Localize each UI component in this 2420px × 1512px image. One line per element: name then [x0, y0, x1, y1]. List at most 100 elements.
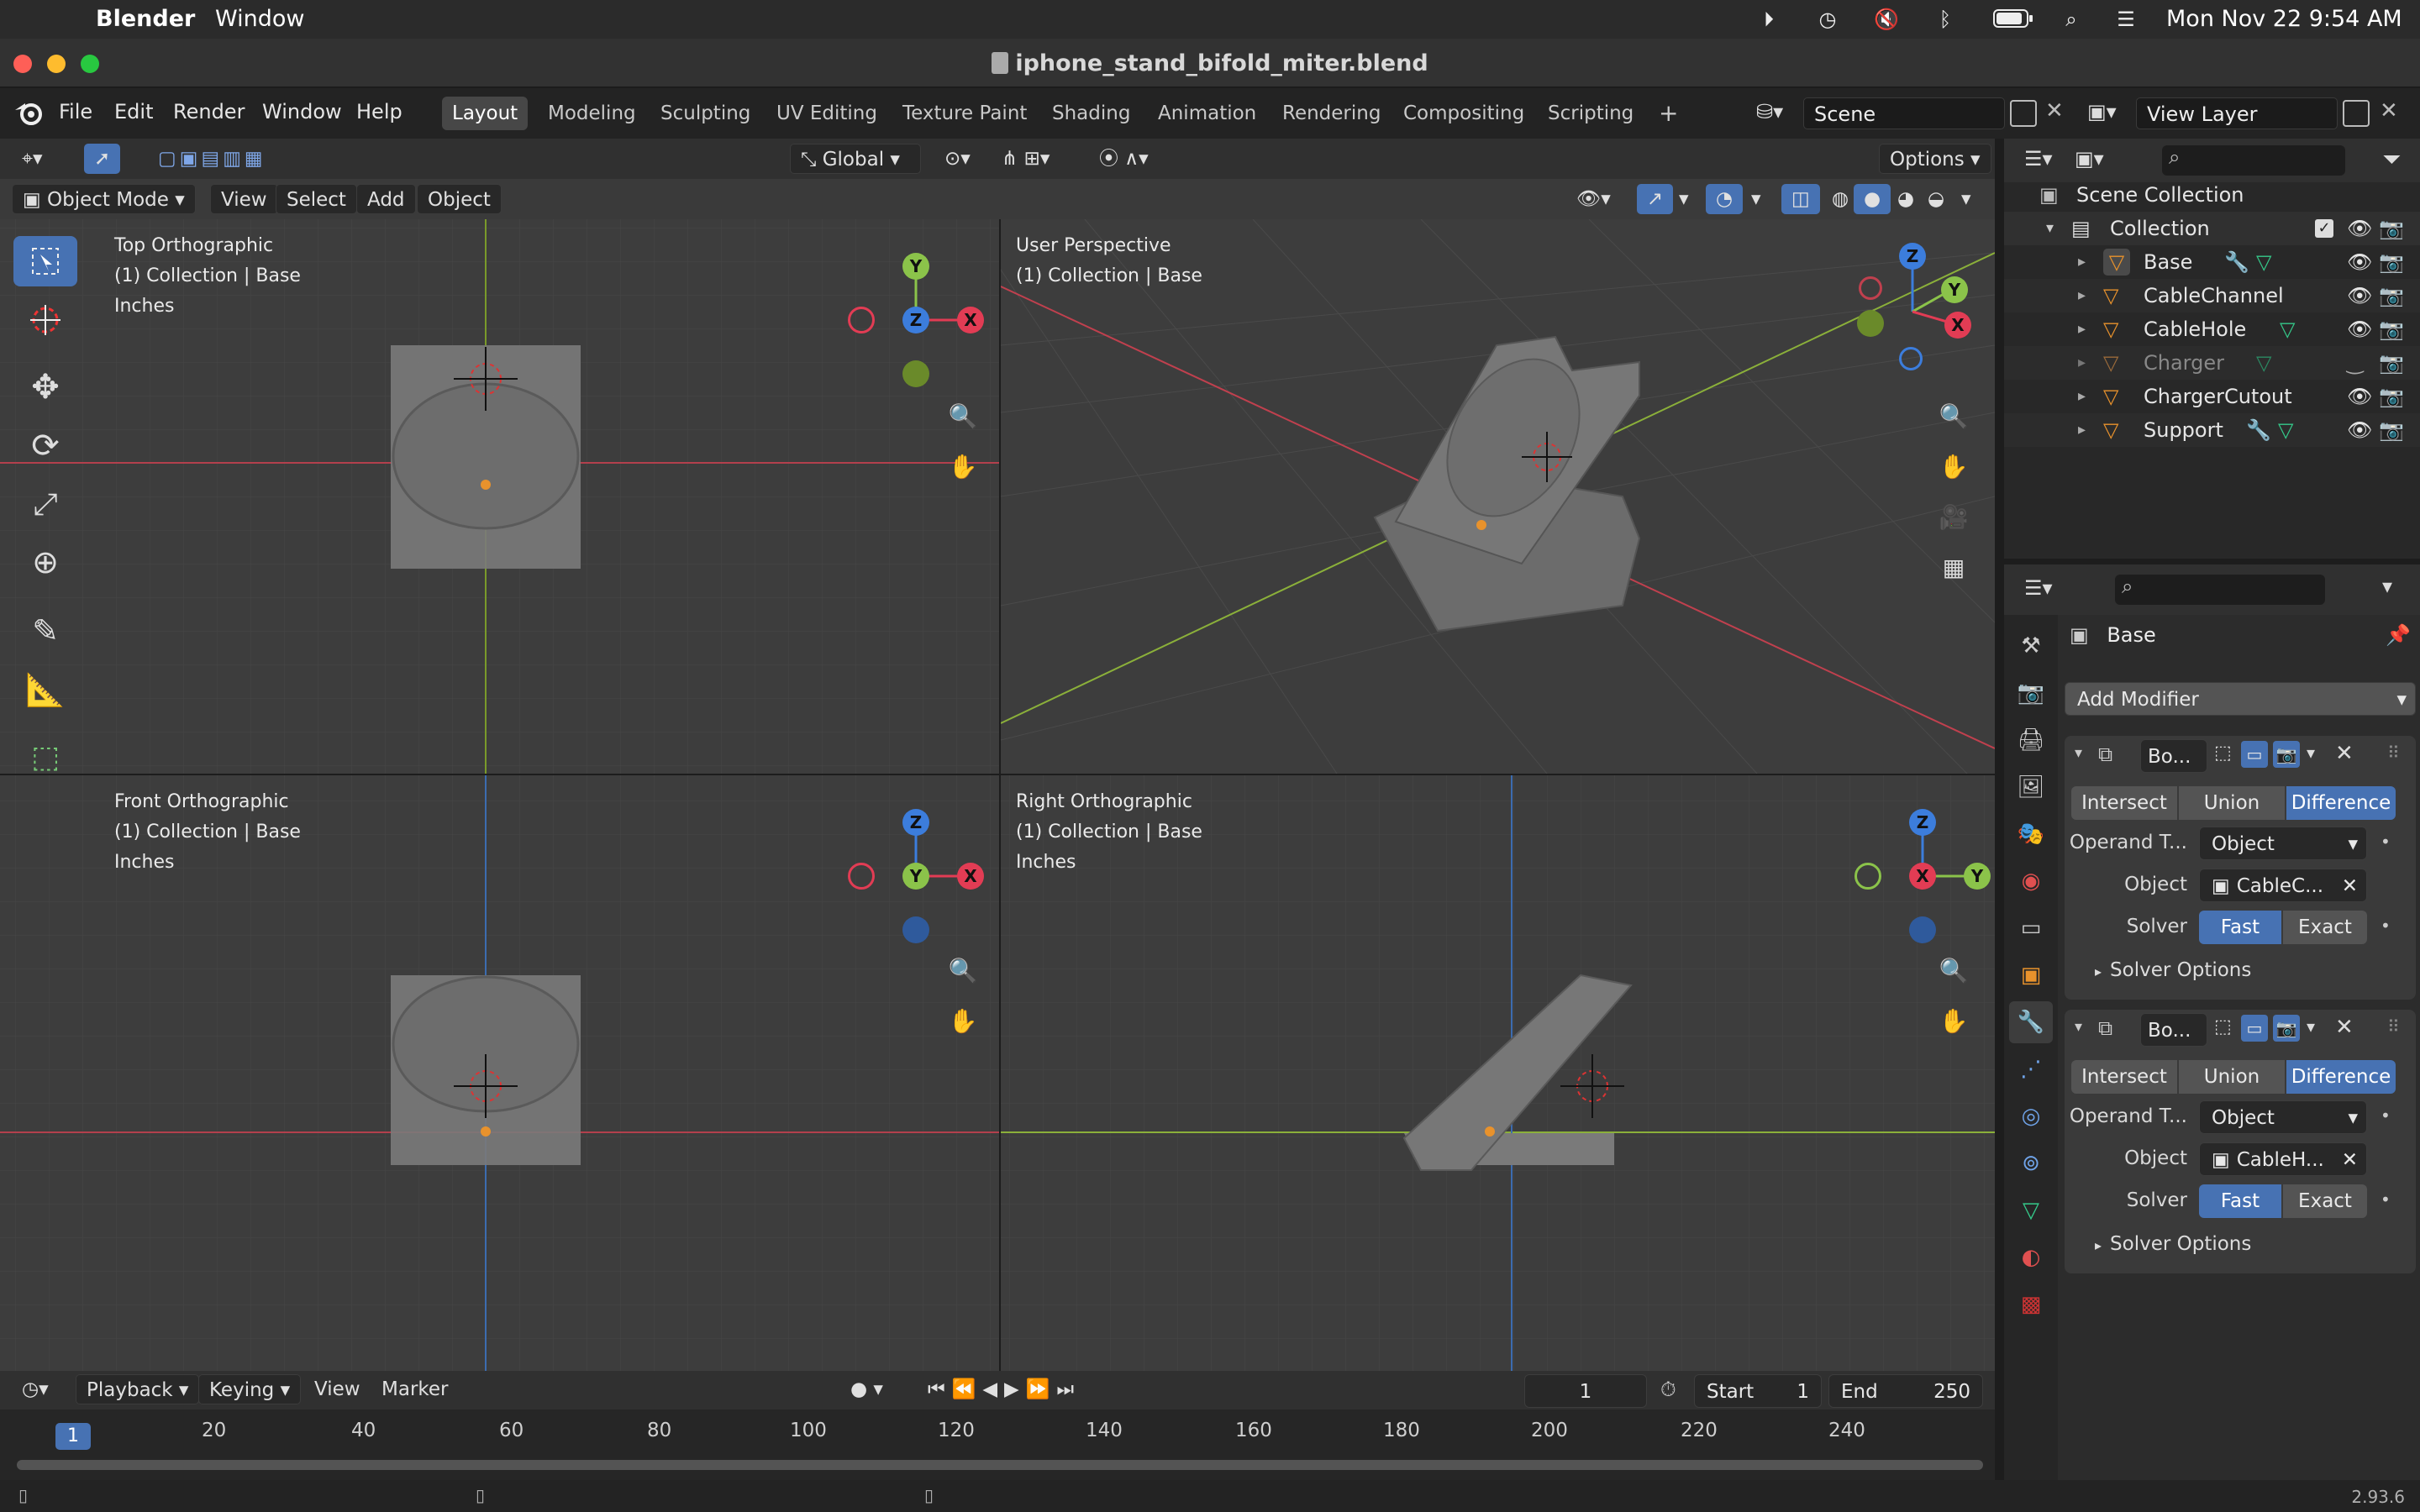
object-field[interactable]: ▣ CableH... ✕: [2199, 1142, 2367, 1176]
navigation-gizmo-front[interactable]: Z X Y: [844, 792, 984, 943]
keyframe-dot-icon[interactable]: •: [2381, 1105, 2391, 1126]
remove-modifier-icon[interactable]: ✕: [2335, 741, 2354, 766]
modifier-wrench-icon[interactable]: 🔧: [2246, 413, 2271, 447]
outliner-object-base[interactable]: ▸ ▽ Base 🔧 ▽ 👁 📷: [2004, 245, 2420, 279]
mesh-data-icon[interactable]: ▽: [2280, 312, 2295, 346]
expand-arrow-icon[interactable]: ▸: [2078, 245, 2086, 279]
gizmo-toggle-icon[interactable]: ↗: [1637, 184, 1674, 214]
modifier-name-field[interactable]: Bo...: [2140, 739, 2207, 773]
timeline-scrollbar[interactable]: [17, 1460, 1983, 1470]
pin-icon[interactable]: 📌: [2386, 623, 2411, 647]
outliner-object-cablehole[interactable]: ▸ ▽ CableHole ▽ 👁 📷: [2004, 312, 2420, 346]
z-axis-handle[interactable]: Z: [1909, 809, 1936, 836]
filter-icon[interactable]: ⏷: [2382, 145, 2401, 174]
tab-layout[interactable]: Layout: [442, 97, 529, 130]
union-button[interactable]: Union: [2179, 1060, 2285, 1094]
overlay-toggle-icon[interactable]: ◔: [1706, 184, 1744, 214]
navigation-gizmo-right[interactable]: Z Y X: [1851, 792, 1991, 943]
measure-tool[interactable]: 📐: [13, 664, 77, 715]
new-view-layer-icon[interactable]: [2343, 100, 2370, 127]
properties-options-icon[interactable]: ▾: [2382, 575, 2392, 598]
neg-y-axis-handle[interactable]: [1854, 863, 1881, 890]
render-camera-icon[interactable]: 📷: [2379, 212, 2404, 245]
render-toggle-icon[interactable]: 📷: [2273, 1015, 2300, 1042]
pan-hand-icon[interactable]: ✋: [1933, 446, 1974, 486]
blender-logo-icon[interactable]: [13, 98, 44, 132]
neg-x-axis-handle[interactable]: [848, 863, 875, 890]
marker-menu[interactable]: Marker: [371, 1374, 459, 1404]
battery-icon[interactable]: [1991, 8, 2035, 31]
mesh-data-icon[interactable]: ▽: [2256, 346, 2271, 380]
clear-object-icon[interactable]: ✕: [2342, 1143, 2358, 1177]
expand-arrow-icon[interactable]: ▸: [2078, 346, 2086, 380]
shading-dropdown-icon[interactable]: ▾: [1951, 184, 1981, 214]
modifier-name-field[interactable]: Bo...: [2140, 1013, 2207, 1047]
solver-exact-button[interactable]: Exact: [2283, 1184, 2367, 1218]
viewport-display-toggle-icon[interactable]: ▭: [2241, 1015, 2268, 1042]
expand-arrow-icon[interactable]: ▸: [2078, 279, 2086, 312]
delete-scene-icon[interactable]: ✕: [2045, 98, 2064, 123]
render-camera-icon[interactable]: 📷: [2379, 279, 2404, 312]
mute-icon[interactable]: 🔇: [1874, 8, 1899, 31]
outliner-object-support[interactable]: ▸ ▽ Support 🔧 ▽ 👁 📷: [2004, 413, 2420, 447]
render-camera-icon[interactable]: 📷: [2379, 245, 2404, 279]
render-tab-icon[interactable]: 📷: [2009, 672, 2053, 714]
x-axis-handle[interactable]: X: [1944, 312, 1971, 339]
drag-handle-icon[interactable]: ⠿: [2387, 1016, 2400, 1037]
solver-fast-button[interactable]: Fast: [2199, 911, 2281, 944]
tab-uv-editing[interactable]: UV Editing: [766, 97, 887, 130]
expand-arrow-icon[interactable]: ▸: [2078, 312, 2086, 346]
bluetooth-icon[interactable]: ᛒ: [1933, 8, 1958, 31]
current-frame-field[interactable]: 1: [1524, 1374, 1647, 1408]
object-field[interactable]: ▣ CableC... ✕: [2199, 869, 2367, 902]
neg-y-axis-handle[interactable]: [1857, 310, 1884, 337]
annotate-tool[interactable]: ✎: [13, 606, 77, 656]
solid-shading-icon[interactable]: ●: [1854, 184, 1891, 214]
render-camera-icon[interactable]: 📷: [2379, 346, 2404, 380]
solver-options-subpanel[interactable]: ▸ Solver Options: [2095, 959, 2251, 981]
texture-tab-icon[interactable]: ▩: [2009, 1284, 2053, 1326]
intersect-button[interactable]: Intersect: [2071, 786, 2177, 820]
view-layer-field[interactable]: View Layer: [2136, 97, 2338, 129]
rendered-shading-icon[interactable]: ◒: [1918, 184, 1954, 214]
keyframe-dot-icon[interactable]: •: [2381, 832, 2391, 852]
remove-modifier-icon[interactable]: ✕: [2335, 1015, 2354, 1040]
toggle-perspective-icon[interactable]: ▦: [1933, 547, 1974, 587]
viewport-top-orthographic[interactable]: Top Orthographic (1) Collection | Base I…: [0, 219, 999, 774]
snap-toggle-icon[interactable]: ⋔ ⊞▾: [992, 144, 1060, 174]
collapse-arrow-icon[interactable]: ▾: [2046, 212, 2054, 245]
window-menu-blender[interactable]: Window: [262, 100, 342, 123]
gizmo-dropdown-icon[interactable]: ▾: [1669, 184, 1699, 214]
select-menu[interactable]: Select: [276, 184, 357, 214]
options-dropdown[interactable]: Options ▾: [1879, 144, 1991, 174]
neg-z-axis-handle[interactable]: [902, 916, 929, 943]
keyframe-dot-icon[interactable]: •: [2381, 1189, 2391, 1210]
playback-controls[interactable]: ⏮⏪◀▶⏩⏭: [918, 1374, 1091, 1404]
z-axis-handle[interactable]: Z: [1899, 243, 1926, 270]
zoom-icon[interactable]: 🔍: [943, 950, 983, 990]
physics-tab-icon[interactable]: ◎: [2009, 1095, 2053, 1137]
hidden-eye-icon[interactable]: ‿: [2347, 346, 2363, 380]
time-machine-icon[interactable]: ◷: [1815, 8, 1840, 31]
collapse-arrow-icon[interactable]: ▾: [2075, 744, 2082, 762]
modifier-options-icon[interactable]: ▾: [2307, 743, 2315, 763]
add-modifier-dropdown[interactable]: Add Modifier ▾: [2065, 682, 2416, 716]
y-axis-handle[interactable]: Y: [902, 863, 929, 890]
viewport-user-perspective[interactable]: User Perspective (1) Collection | Base Z…: [1001, 219, 1995, 774]
drag-handle-icon[interactable]: ⠿: [2387, 743, 2400, 763]
preview-range-icon[interactable]: ⏱: [1660, 1378, 1676, 1401]
edit-mode-toggle-icon[interactable]: ⬚: [2214, 1016, 2232, 1037]
solver-exact-button[interactable]: Exact: [2283, 911, 2367, 944]
zoom-icon[interactable]: 🔍: [943, 396, 983, 436]
timeline-view-menu[interactable]: View: [304, 1374, 371, 1404]
app-menu[interactable]: Blender: [96, 6, 195, 32]
tab-sculpting[interactable]: Sculpting: [650, 97, 760, 130]
view-menu[interactable]: View: [210, 184, 278, 214]
visibility-eye-icon[interactable]: 👁: [2347, 212, 2372, 245]
solver-options-subpanel[interactable]: ▸ Solver Options: [2095, 1233, 2251, 1255]
output-tab-icon[interactable]: 🖨: [2009, 719, 2053, 761]
select-tool-icon[interactable]: ➚: [84, 144, 121, 174]
new-scene-icon[interactable]: [2010, 100, 2037, 127]
tab-animation[interactable]: Animation: [1148, 97, 1266, 130]
outliner-object-chargercutout[interactable]: ▸ ▽ ChargerCutout 👁 📷: [2004, 380, 2420, 413]
